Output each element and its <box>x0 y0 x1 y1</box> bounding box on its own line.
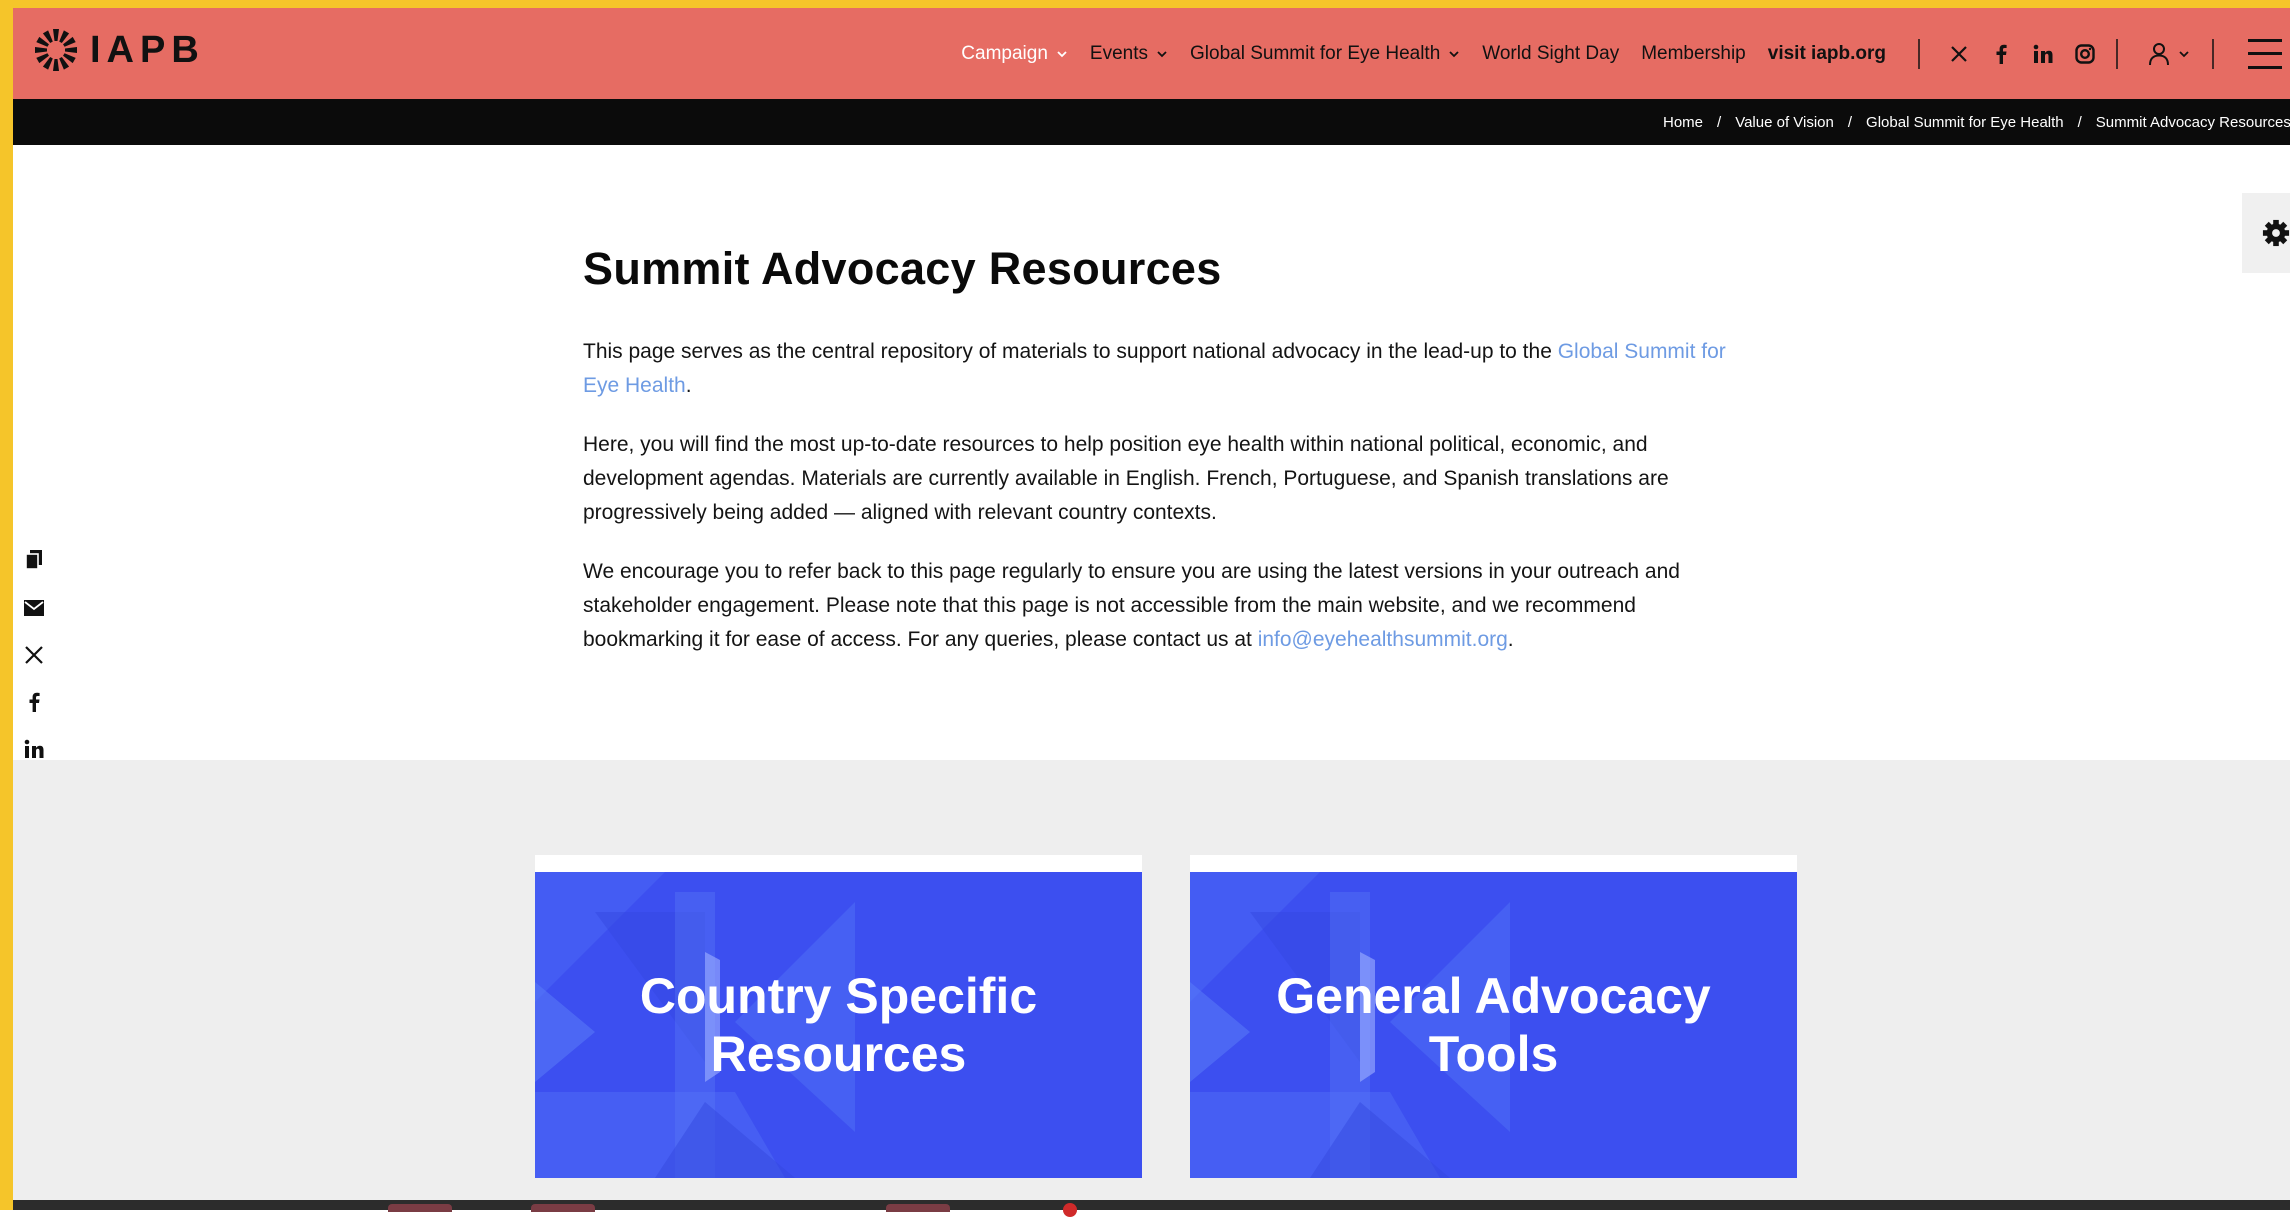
card-banner: General Advocacy Tools <box>1190 872 1797 1178</box>
taskbar <box>13 1200 2290 1217</box>
card-banner: Country Specific Resources <box>535 872 1142 1178</box>
resources-section: Country Specific Resources General Advoc… <box>13 760 2290 1200</box>
contact-email-link[interactable]: info@eyehealthsummit.org <box>1258 628 1508 651</box>
x-icon[interactable] <box>23 644 45 665</box>
gear-icon <box>2262 219 2290 247</box>
logo-burst-icon <box>35 29 77 71</box>
intro-text: This page serves as the central reposito… <box>583 340 1558 363</box>
facebook-icon[interactable] <box>23 691 45 712</box>
page-title: Summit Advocacy Resources <box>583 243 1222 294</box>
linkedin-icon[interactable] <box>23 738 45 759</box>
nav-label: Events <box>1089 42 1148 64</box>
linkedin-icon[interactable] <box>2032 43 2054 65</box>
nav-campaign[interactable]: Campaign <box>961 43 1068 65</box>
breadcrumb-separator: / <box>2077 113 2082 131</box>
hamburger-icon[interactable] <box>2248 38 2282 69</box>
main-content: Summit Advocacy Resources This page serv… <box>583 243 1753 682</box>
facebook-icon[interactable] <box>1990 43 2012 65</box>
intro-paragraph: This page serves as the central reposito… <box>583 335 1753 403</box>
divider <box>2212 38 2214 69</box>
nav-label: Membership <box>1641 42 1746 64</box>
nav-label: Global Summit for Eye Health <box>1190 42 1441 64</box>
breadcrumb: Home / Value of Vision / Global Summit f… <box>1663 99 2290 145</box>
email-icon[interactable] <box>23 597 45 618</box>
notification-badge <box>1063 1203 1077 1217</box>
taskbar-app[interactable] <box>886 1204 950 1212</box>
logo-text: IAPB <box>90 28 205 71</box>
taskbar-app[interactable] <box>531 1204 595 1212</box>
contact-end: . <box>1507 628 1514 651</box>
chevron-down-icon <box>2179 50 2189 57</box>
chevron-down-icon <box>1157 50 1167 57</box>
site-header: IAPB Campaign Events Global Summit for E… <box>13 8 2290 99</box>
accessibility-settings-button[interactable] <box>2242 193 2290 273</box>
card-general-advocacy-tools[interactable]: General Advocacy Tools <box>1190 855 1797 1178</box>
x-icon[interactable] <box>1948 43 1970 65</box>
card-title: Country Specific Resources <box>639 968 1038 1082</box>
resources-paragraph: Here, you will find the most up-to-date … <box>583 433 1669 524</box>
nav-label: visit iapb.org <box>1767 42 1886 64</box>
breadcrumb-value-of-vision[interactable]: Value of Vision <box>1735 114 1834 131</box>
main-nav: Campaign Events Global Summit for Eye He… <box>961 8 2290 99</box>
logo[interactable]: IAPB <box>34 28 205 72</box>
card-title: General Advocacy Tools <box>1276 968 1711 1082</box>
intro-end: . <box>685 374 692 397</box>
breadcrumb-separator: / <box>1847 113 1853 131</box>
chevron-down-icon <box>1057 50 1067 57</box>
user-icon <box>2149 42 2169 65</box>
breadcrumb-bar: Home / Value of Vision / Global Summit f… <box>13 99 2290 145</box>
nav-visit-iapb[interactable]: visit iapb.org <box>1768 43 1886 65</box>
breadcrumb-separator: / <box>1717 113 1722 131</box>
breadcrumb-home[interactable]: Home <box>1663 114 1703 131</box>
divider <box>2116 38 2118 69</box>
nav-world-sight-day[interactable]: World Sight Day <box>1482 43 1619 65</box>
card-country-specific-resources[interactable]: Country Specific Resources <box>535 855 1142 1178</box>
breadcrumb-global-summit[interactable]: Global Summit for Eye Health <box>1866 114 2064 131</box>
nav-events[interactable]: Events <box>1090 43 1168 65</box>
instagram-icon[interactable] <box>2074 43 2096 65</box>
nav-label: Campaign <box>961 42 1048 64</box>
chevron-down-icon <box>1449 50 1459 57</box>
nav-global-summit[interactable]: Global Summit for Eye Health <box>1190 43 1460 65</box>
copy-icon[interactable] <box>23 549 45 571</box>
nav-label: World Sight Day <box>1482 42 1620 64</box>
breadcrumb-current: Summit Advocacy Resources <box>2095 113 2290 131</box>
page: IAPB Campaign Events Global Summit for E… <box>13 8 2290 1217</box>
contact-text: We encourage you to refer back to this p… <box>583 560 1680 651</box>
taskbar-app[interactable] <box>388 1204 452 1212</box>
contact-paragraph: We encourage you to refer back to this p… <box>583 555 1753 657</box>
nav-membership[interactable]: Membership <box>1641 43 1746 65</box>
divider <box>1918 38 1920 69</box>
account-menu[interactable] <box>2148 42 2190 66</box>
